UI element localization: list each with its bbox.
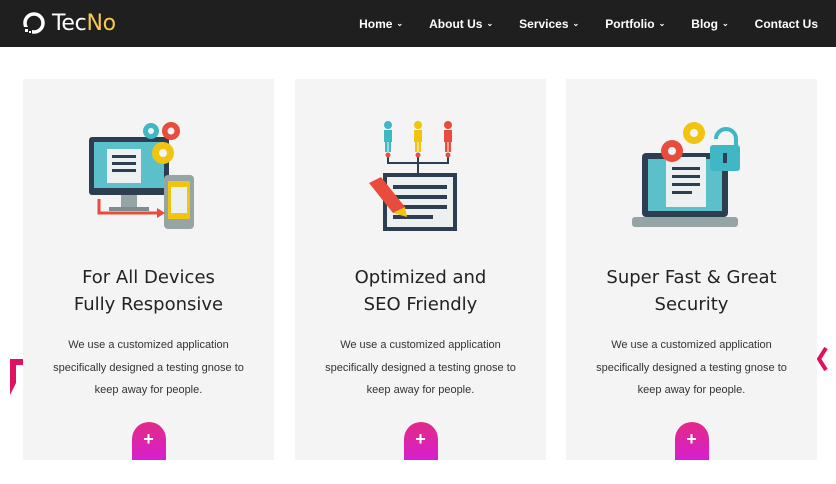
security-icon (631, 122, 740, 227)
card-description: We use a customized application specific… (596, 339, 787, 396)
chevron-down-icon: ⌄ (396, 19, 404, 28)
nav-blog[interactable]: Blog ⌄ (691, 17, 728, 31)
slider-next-arrow-icon[interactable] (816, 346, 830, 372)
nav-home[interactable]: Home ⌄ (359, 17, 403, 31)
brand-logo[interactable]: TecNo (22, 8, 116, 38)
chevron-down-icon: ⌄ (658, 19, 666, 28)
card-description: We use a customized application specific… (325, 339, 516, 396)
feature-card-devices: For All Devices Fully Responsive We use a… (23, 79, 274, 460)
card-title: For All Devices Fully Responsive (73, 267, 224, 315)
card-plus-button[interactable]: + (674, 422, 709, 460)
nav-services[interactable]: Services ⌄ (519, 17, 579, 31)
main-menu: Home ⌄ About Us ⌄ Services ⌄ Portfolio ⌄ Blo… (333, 0, 818, 47)
nav-contact-us[interactable]: Contact Us (755, 17, 818, 31)
devices-icon (88, 122, 194, 229)
card-title: Optimized and SEO Friendly (354, 267, 487, 315)
card-plus-button[interactable]: + (403, 422, 438, 460)
navbar: TecNo Home ⌄ About Us ⌄ Services ⌄ Portfoli… (0, 0, 836, 47)
chevron-down-icon: ⌄ (721, 19, 729, 28)
chevron-down-icon: ⌄ (486, 19, 494, 28)
chevron-down-icon: ⌄ (572, 19, 580, 28)
feature-card-seo: Optimized and SEO Friendly We use a custo… (295, 79, 546, 460)
logo-icon (23, 12, 45, 35)
nav-portfolio[interactable]: Portfolio ⌄ (605, 17, 665, 31)
slider-prev-arrow-icon[interactable] (10, 359, 24, 395)
card-plus-button[interactable]: + (131, 422, 166, 460)
seo-icon (368, 121, 457, 231)
brand-name: TecNo (52, 10, 116, 36)
card-description: We use a customized application specific… (53, 339, 244, 396)
card-title: Super Fast & Great Security (606, 267, 777, 315)
nav-about-us[interactable]: About Us ⌄ (429, 17, 493, 31)
feature-card-security: Super Fast & Great Security We use a cust… (566, 79, 817, 460)
